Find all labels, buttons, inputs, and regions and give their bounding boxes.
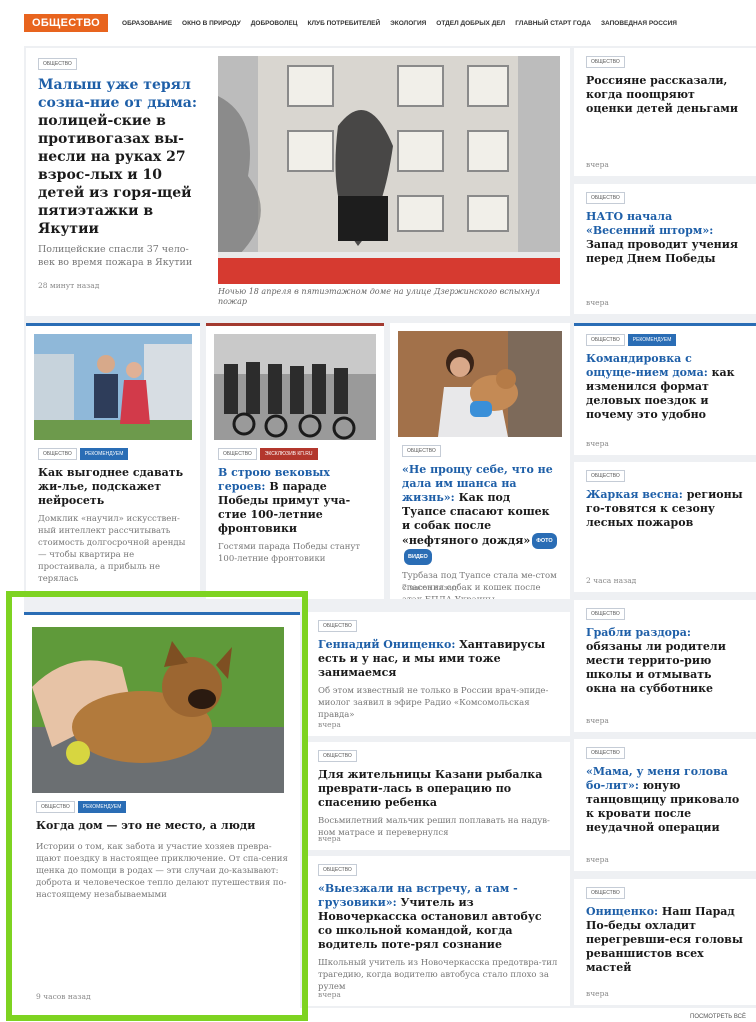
story-card-tuapse[interactable]: ОБЩЕСТВО «Не прощу себе, что не дала им …	[390, 323, 570, 599]
right-card-5-headline[interactable]: Грабли раздора: обязаны ли родители мест…	[586, 626, 744, 696]
view-all-link[interactable]: ПОСМОТРЕТЬ ВСЁ	[690, 1014, 746, 1020]
news-grid: ОБЩЕСТВО Малыш уже терял созна-ние от ды…	[24, 46, 756, 1008]
main-story-time: 28 минут назад	[38, 281, 100, 290]
story-card-parade[interactable]: ОБЩЕСТВО ЭКСКЛЮЗИВ КП.RU В строю вековых …	[206, 323, 384, 599]
right-card-4-headline[interactable]: Жаркая весна: регионы го-товятся к сезон…	[586, 488, 744, 530]
right-card-5[interactable]: ОБЩЕСТВО Грабли раздора: обязаны ли роди…	[574, 600, 756, 732]
nav-link-main-start[interactable]: ГЛАВНЫЙ СТАРТ ГОДА	[515, 20, 591, 27]
woman-dog-photo[interactable]	[398, 331, 562, 437]
main-story-headline[interactable]: Малыш уже терял созна-ние от дыма: полиц…	[38, 76, 202, 238]
photo-caption: Ночью 18 апреля в пятиэтажном доме на ул…	[218, 287, 540, 306]
list-item-kazan[interactable]: ОБЩЕСТВО Для жительницы Казани рыбалка п…	[306, 742, 570, 850]
right-card-3-headline[interactable]: Командировка с ощуще-нием дома: как изме…	[586, 352, 744, 422]
featured-time: 9 часов назад	[36, 992, 91, 1001]
nav-link-reserved-russia[interactable]: ЗАПОВЕДНАЯ РОССИЯ	[601, 20, 677, 27]
tuapse-headline[interactable]: «Не прощу себе, что не дала им шанса на …	[402, 463, 558, 565]
right-card-6[interactable]: ОБЩЕСТВО «Мама, у меня голова бо-лит»: ю…	[574, 739, 756, 871]
novocherkassk-description: Школьный учитель из Новочеркасска предот…	[318, 958, 558, 992]
featured-headline[interactable]: Когда дом — это не место, а люди	[36, 819, 288, 833]
right-card-1-headline[interactable]: Россияне рассказали, когда поощряют оцен…	[586, 74, 744, 116]
kazan-description: Восьмилетний мальчик решил поплавать на …	[318, 816, 550, 838]
rent-description: Домклик «научил» искусствен-ный интеллек…	[38, 514, 186, 584]
tag-society[interactable]: ОБЩЕСТВО	[38, 58, 77, 70]
onischenko-description: Об этом известный не только в России вра…	[318, 686, 549, 720]
right-card-3[interactable]: ОБЩЕСТВО РЕКОМЕНДУЕМ Командировка с ощуще…	[574, 323, 756, 455]
featured-story-card[interactable]: ОБЩЕСТВО РЕКОМЕНДУЕМ Когда дом — это не м…	[24, 612, 300, 1008]
story-card-rent[interactable]: ОБЩЕСТВО РЕКОМЕНДУЕМ Как выгоднее сдавать…	[26, 323, 200, 593]
nav-link-volunteer[interactable]: ДОБРОВОЛЕЦ	[251, 20, 298, 27]
right-card-2[interactable]: ОБЩЕСТВО НАТО начала «Весенний шторм»: З…	[574, 184, 756, 314]
right-card-1[interactable]: ОБЩЕСТВО Россияне рассказали, когда поощ…	[574, 48, 756, 176]
list-item-onischenko[interactable]: ОБЩЕСТВО Геннадий Онищенко: Хантавирусы …	[306, 612, 570, 736]
subsection-nav: ОБРАЗОВАНИЕ ОКНО В ПРИРОДУ ДОБРОВОЛЕЦ КЛ…	[122, 20, 677, 27]
list-item-novocherkassk[interactable]: ОБЩЕСТВО «Выезжали на встречу, а там - г…	[306, 856, 570, 1006]
rent-headline[interactable]: Как выгоднее сдавать жи-лье, подскажет н…	[38, 466, 188, 508]
parade-description: Гостями парада Победы станут 100-летние …	[218, 542, 361, 564]
right-card-7-headline[interactable]: Онищенко: Наш Парад По-беды охладит пере…	[586, 905, 744, 975]
nav-link-nature[interactable]: ОКНО В ПРИРОДУ	[182, 20, 241, 27]
parade-headline[interactable]: В строю вековых героев: В параде Победы …	[218, 466, 372, 536]
nav-link-good-deeds[interactable]: ОТДЕЛ ДОБРЫХ ДЕЛ	[436, 20, 505, 27]
nav-link-ecology[interactable]: ЭКОЛОГИЯ	[390, 20, 426, 27]
couple-photo[interactable]	[34, 334, 192, 440]
parade-photo[interactable]	[214, 334, 376, 440]
nav-link-consumers[interactable]: КЛУБ ПОТРЕБИТЕЛЕЙ	[308, 20, 381, 27]
right-card-6-headline[interactable]: «Мама, у меня голова бо-лит»: юную танцо…	[586, 765, 744, 835]
novocherkassk-headline[interactable]: «Выезжали на встречу, а там - грузовики»…	[318, 882, 558, 952]
right-card-4[interactable]: ОБЩЕСТВО Жаркая весна: регионы го-товятс…	[574, 462, 756, 592]
main-story-description: Полицейские спасли 37 чело-век во время …	[38, 244, 193, 268]
section-title[interactable]: ОБЩЕСТВО	[24, 14, 109, 32]
featured-description: Истории о том, как забота и участие хозя…	[36, 842, 288, 900]
onischenko-headline[interactable]: Геннадий Онищенко: Хантавирусы есть и у …	[318, 638, 558, 680]
video-badge[interactable]: ВИДЕО	[404, 549, 432, 565]
main-story-card[interactable]: ОБЩЕСТВО Малыш уже терял созна-ние от ды…	[26, 48, 570, 316]
kazan-headline[interactable]: Для жительницы Казани рыбалка преврати-л…	[318, 768, 558, 810]
photo-badge[interactable]: ФОТО	[532, 533, 557, 549]
puppy-photo[interactable]	[32, 627, 284, 793]
nav-link-education[interactable]: ОБРАЗОВАНИЕ	[122, 20, 172, 27]
section-header: ОБЩЕСТВО ОБРАЗОВАНИЕ ОКНО В ПРИРОДУ ДОБР…	[0, 0, 756, 46]
fire-building-photo[interactable]	[218, 56, 560, 284]
right-card-2-headline[interactable]: НАТО начала «Весенний шторм»: Запад пров…	[586, 210, 744, 266]
right-card-7[interactable]: ОБЩЕСТВО Онищенко: Наш Парад По-беды охл…	[574, 879, 756, 1005]
